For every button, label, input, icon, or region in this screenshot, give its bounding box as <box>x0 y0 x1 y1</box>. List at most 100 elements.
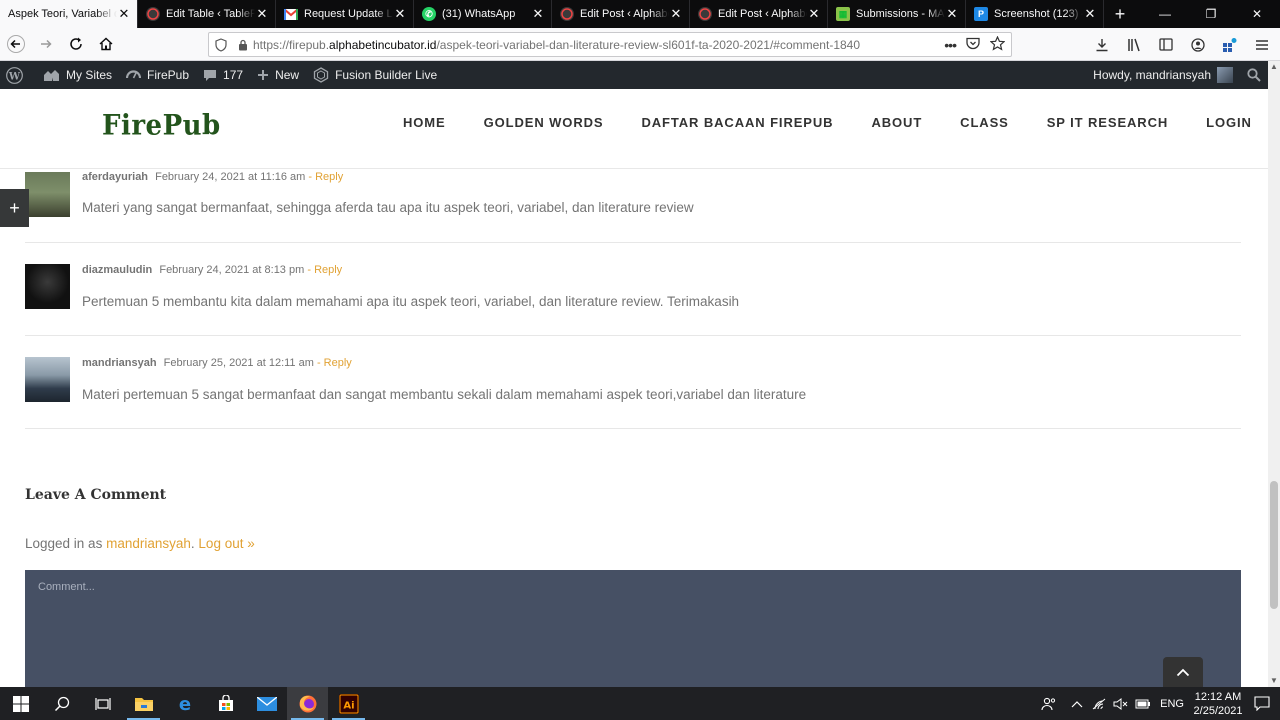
sidebar-icon[interactable] <box>1154 33 1178 57</box>
browser-tab[interactable]: ▦ Submissions - MAVIB ✕ <box>828 0 966 28</box>
bookmark-star-icon[interactable] <box>989 35 1006 54</box>
taskbar-edge[interactable]: e <box>164 687 205 720</box>
battery-icon[interactable] <box>1132 699 1154 709</box>
site-name-menu[interactable]: FirePub <box>119 61 196 89</box>
reload-button[interactable] <box>62 30 90 58</box>
new-tab-button[interactable]: + <box>1106 0 1134 28</box>
restore-icon[interactable]: ❐ <box>1188 0 1234 28</box>
search-icon <box>1247 68 1261 82</box>
tracking-shield-icon[interactable] <box>209 37 233 52</box>
comment-textarea[interactable]: Comment... <box>25 570 1241 687</box>
reply-link[interactable]: - Reply <box>308 171 343 183</box>
close-window-icon[interactable]: ✕ <box>1234 0 1280 28</box>
task-view-button[interactable] <box>82 687 123 720</box>
home-button[interactable] <box>92 30 120 58</box>
my-sites-label: My Sites <box>66 68 113 82</box>
network-icon[interactable] <box>1088 698 1110 710</box>
language-indicator[interactable]: ENG <box>1160 698 1184 710</box>
browser-tab[interactable]: ✆ (31) WhatsApp ✕ <box>414 0 552 28</box>
howdy-label: Howdy, mandriansyah <box>1093 68 1211 82</box>
taskbar-illustrator[interactable]: Ai <box>328 687 369 720</box>
account-icon[interactable] <box>1186 33 1210 57</box>
nav-item-sp-it-research[interactable]: SP IT RESEARCH <box>1047 115 1168 130</box>
firefox-icon <box>299 695 316 712</box>
scroll-up-icon[interactable]: ▲ <box>1268 61 1280 73</box>
people-icon[interactable] <box>1038 697 1060 711</box>
windows-taskbar: e Ai ENG 12:12 AM 2/25/2021 <box>0 687 1280 720</box>
chevron-up-icon[interactable] <box>1066 700 1088 708</box>
back-arrow-icon <box>7 35 25 53</box>
my-account-menu[interactable]: Howdy, mandriansyah <box>1086 61 1240 89</box>
download-icon[interactable] <box>1090 33 1114 57</box>
tab-label: Aspek Teori, Variabel dan Literature Rev… <box>8 8 117 20</box>
page-actions-icon[interactable]: ••• <box>944 37 957 53</box>
profile-link[interactable]: mandriansyah <box>106 536 191 551</box>
comment-placeholder: Comment... <box>38 581 95 593</box>
close-tab-icon[interactable]: ✕ <box>531 6 545 22</box>
notification-icon[interactable] <box>1244 696 1280 711</box>
minimize-icon[interactable]: — <box>1142 0 1188 28</box>
logout-link[interactable]: Log out » <box>198 536 254 551</box>
close-tab-icon[interactable]: ✕ <box>393 6 407 22</box>
back-to-top-button[interactable] <box>1163 657 1203 687</box>
page-scrollbar[interactable]: ▲ ▼ <box>1268 61 1280 687</box>
sliding-bar-toggle[interactable]: + <box>0 189 29 227</box>
comment-author[interactable]: mandriansyah <box>82 357 157 369</box>
nav-item-home[interactable]: HOME <box>403 115 446 130</box>
tab-label: Request Update Link <box>304 8 393 20</box>
back-button[interactable] <box>2 30 30 58</box>
close-tab-icon[interactable]: ✕ <box>117 6 131 22</box>
close-tab-icon[interactable]: ✕ <box>669 6 683 22</box>
pocket-icon[interactable] <box>966 37 980 53</box>
taskbar-store[interactable] <box>205 687 246 720</box>
nav-item-class[interactable]: CLASS <box>960 115 1009 130</box>
scrollbar-thumb[interactable] <box>1270 481 1278 609</box>
start-button[interactable] <box>0 687 41 720</box>
taskbar-mail[interactable] <box>246 687 287 720</box>
close-tab-icon[interactable]: ✕ <box>807 6 821 22</box>
forward-button[interactable] <box>32 30 60 58</box>
new-content-menu[interactable]: New <box>250 61 306 89</box>
url-bar[interactable]: https://firepub.alphabetincubator.id/asp… <box>208 32 1012 57</box>
browser-tab[interactable]: Request Update Link ✕ <box>276 0 414 28</box>
menu-icon[interactable] <box>1250 33 1274 57</box>
fusion-builder-live-link[interactable]: Fusion Builder Live <box>306 61 444 89</box>
browser-tab[interactable]: P Screenshot (123) — Microsoft Photos ✕ <box>966 0 1104 28</box>
user-avatar <box>1217 67 1233 83</box>
close-tab-icon[interactable]: ✕ <box>945 6 959 22</box>
close-tab-icon[interactable]: ✕ <box>255 6 269 22</box>
search-icon <box>54 696 69 711</box>
clock[interactable]: 12:12 AM 2/25/2021 <box>1192 690 1244 718</box>
close-tab-icon[interactable]: ✕ <box>1083 6 1097 22</box>
reply-link[interactable]: - Reply <box>317 357 352 369</box>
scroll-down-icon[interactable]: ▼ <box>1268 675 1280 687</box>
taskbar-file-explorer[interactable] <box>123 687 164 720</box>
nav-item-golden-words[interactable]: GOLDEN WORDS <box>484 115 604 130</box>
nav-item-about[interactable]: ABOUT <box>871 115 922 130</box>
browser-tab[interactable]: Edit Post ‹ Alphabet Incubator ✕ <box>690 0 828 28</box>
comments-menu[interactable]: 177 <box>196 61 250 89</box>
comment-author[interactable]: diazmauludin <box>82 264 152 276</box>
browser-tab[interactable]: Edit Post ‹ Alphabet Incubator ✕ <box>552 0 690 28</box>
my-sites-menu[interactable]: My Sites <box>36 61 119 89</box>
lock-icon[interactable] <box>233 39 253 51</box>
reply-link[interactable]: - Reply <box>307 264 342 276</box>
wordpress-logo-button[interactable]: W <box>0 61 30 89</box>
volume-muted-icon[interactable] <box>1110 697 1132 710</box>
nav-item-daftar-bacaan[interactable]: DAFTAR BACAAN FIREPUB <box>641 115 833 130</box>
taskbar-firefox[interactable] <box>287 687 328 720</box>
comment-author[interactable]: aferdayuriah <box>82 171 148 183</box>
nav-item-login[interactable]: LOGIN <box>1206 115 1252 130</box>
tab-label: Edit Post ‹ Alphabet Incubator <box>580 8 669 20</box>
browser-tab[interactable]: Edit Table ‹ TablePress ✕ <box>138 0 276 28</box>
site-logo[interactable]: FirePub <box>102 110 221 142</box>
period: . <box>190 536 195 551</box>
browser-tab-active[interactable]: Aspek Teori, Variabel dan Literature Rev… <box>0 0 138 28</box>
library-icon[interactable] <box>1122 33 1146 57</box>
extensions-icon[interactable] <box>1218 33 1242 57</box>
search-button[interactable] <box>41 687 82 720</box>
admin-search-button[interactable] <box>1240 61 1268 89</box>
comment-date[interactable]: February 24, 2021 at 11:16 am <box>155 171 305 183</box>
comment-date[interactable]: February 25, 2021 at 12:11 am <box>164 357 314 369</box>
comment-date[interactable]: February 24, 2021 at 8:13 pm <box>159 264 304 276</box>
